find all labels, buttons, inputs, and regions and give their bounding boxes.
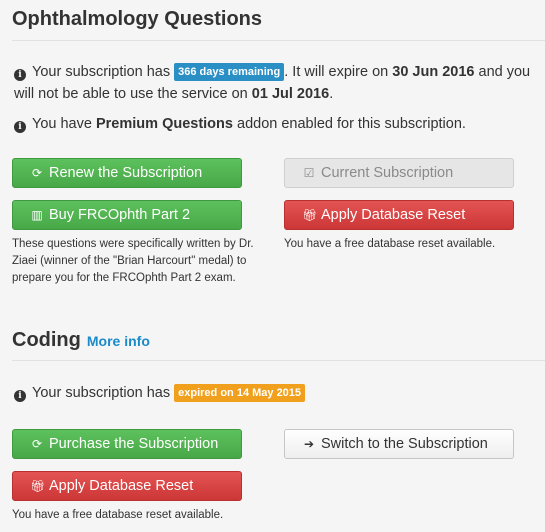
more-info-link[interactable]: More info xyxy=(87,333,150,349)
end-date: 01 Jul 2016 xyxy=(251,86,330,102)
subscription-status-text: i Your subscription has 366 days remainin… xyxy=(14,61,539,105)
renew-subscription-button[interactable]: ⟳ Renew the Subscription xyxy=(12,158,242,188)
addon-name: Premium Questions xyxy=(95,116,233,132)
coding-reset-label: Apply Database Reset xyxy=(49,478,194,494)
purchase-label: Purchase the Subscription xyxy=(49,436,219,452)
status-mid: . It will expire on xyxy=(284,64,389,80)
expired-badge: expired on 14 May 2015 xyxy=(174,384,306,402)
buy-frcophth-button[interactable]: ▥ Buy FRCOphth Part 2 xyxy=(12,200,242,230)
checkbox-icon: ☑ xyxy=(303,166,315,180)
status-prefix: Your subscription has xyxy=(32,64,171,80)
purchase-subscription-button[interactable]: ⟳ Purchase the Subscription xyxy=(12,429,242,459)
addon-status-text: i You have Premium Questions addon enable… xyxy=(14,113,539,135)
arrow-right-circle-icon: ➔ xyxy=(303,437,315,451)
refresh-icon: ⟳ xyxy=(31,437,43,451)
book-icon: ▥ xyxy=(31,208,43,222)
switch-label: Switch to the Subscription xyxy=(321,436,488,452)
buy-note: These questions were specifically writte… xyxy=(12,238,254,284)
coding-status-text: i Your subscription has expired on 14 May… xyxy=(14,382,539,404)
apply-database-reset-button[interactable]: 🎁︎ Apply Database Reset xyxy=(12,471,242,501)
coding-title: Coding xyxy=(12,329,81,351)
reset-label: Apply Database Reset xyxy=(321,207,466,223)
addon-end: addon enabled for this subscription. xyxy=(237,116,466,132)
coding-status-prefix: Your subscription has xyxy=(32,385,171,401)
info-icon: i xyxy=(14,121,26,133)
refresh-icon: ⟳ xyxy=(31,166,43,180)
status-end: . xyxy=(329,86,334,102)
current-label: Current Subscription xyxy=(321,165,454,181)
buy-label: Buy FRCOphth Part 2 xyxy=(49,207,191,223)
divider xyxy=(12,40,545,41)
days-remaining-badge: 366 days remaining xyxy=(174,63,285,81)
addon-prefix: You have xyxy=(32,116,92,132)
switch-subscription-button[interactable]: ➔ Switch to the Subscription xyxy=(284,429,514,459)
current-subscription-button[interactable]: ☑ Current Subscription xyxy=(284,158,514,188)
section-title-ophthalmology: Ophthalmology Questions xyxy=(12,8,263,30)
gift-icon: 🎁︎ xyxy=(30,479,46,493)
section-title-coding: Coding More info xyxy=(12,329,150,352)
apply-database-reset-button[interactable]: 🎁︎ Apply Database Reset xyxy=(284,200,514,230)
divider xyxy=(12,360,545,361)
gift-icon: 🎁︎ xyxy=(302,208,318,222)
reset-note: You have a free database reset available… xyxy=(284,238,496,250)
expire-date: 30 Jun 2016 xyxy=(392,64,475,80)
info-icon: i xyxy=(14,69,26,81)
renew-label: Renew the Subscription xyxy=(49,165,203,181)
info-icon: i xyxy=(14,390,26,402)
reset-note: You have a free database reset available… xyxy=(12,509,224,521)
